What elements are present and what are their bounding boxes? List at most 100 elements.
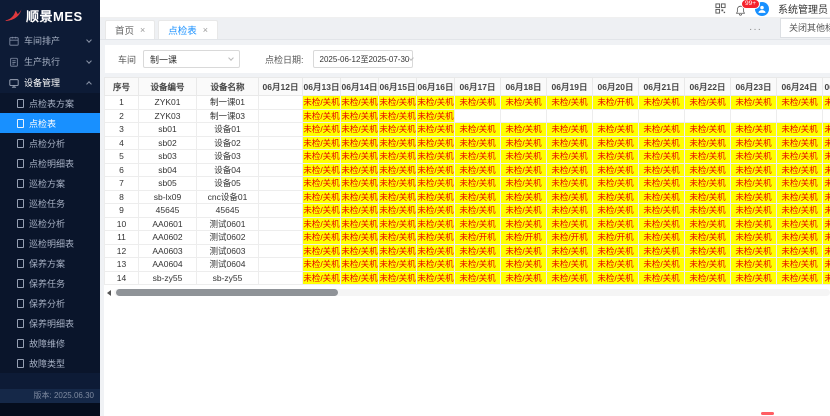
status-cell[interactable]: 未检/关机 [501, 136, 547, 150]
status-cell[interactable]: 未检/关机 [777, 204, 823, 218]
status-cell[interactable]: 未检/关机 [501, 150, 547, 164]
status-cell[interactable]: 未检/关机 [303, 123, 341, 137]
status-cell[interactable]: 未检/关机 [823, 150, 830, 164]
status-cell[interactable]: 未检/关机 [685, 177, 731, 191]
status-cell[interactable]: 未检/关机 [777, 163, 823, 177]
status-cell[interactable]: 未检/关机 [639, 204, 685, 218]
status-cell[interactable]: 未检/关机 [417, 271, 455, 285]
status-cell[interactable]: 未检/关机 [303, 271, 341, 285]
status-cell[interactable]: 未检/关机 [501, 177, 547, 191]
status-cell[interactable] [777, 109, 823, 123]
status-cell[interactable]: 未检/关机 [639, 177, 685, 191]
sidebar-subitem-1[interactable]: 点检表方案 [0, 93, 100, 113]
status-cell[interactable]: 未检/关机 [639, 96, 685, 110]
status-cell[interactable]: 未检/关机 [685, 150, 731, 164]
status-cell[interactable]: 未检/关机 [823, 244, 830, 258]
status-cell[interactable]: 未检/关机 [547, 204, 593, 218]
status-cell[interactable]: 未检/关机 [731, 217, 777, 231]
status-cell[interactable] [731, 109, 777, 123]
status-cell[interactable]: 未检/关机 [341, 204, 379, 218]
status-cell[interactable]: 未检/关机 [455, 244, 501, 258]
status-cell[interactable]: 未检/关机 [303, 96, 341, 110]
status-cell[interactable]: 未检/关机 [379, 177, 417, 191]
sidebar-subitem-7[interactable]: 巡检分析 [0, 213, 100, 233]
status-cell[interactable] [259, 177, 303, 191]
status-cell[interactable]: 未检/关机 [417, 177, 455, 191]
status-cell[interactable]: 未检/关机 [379, 204, 417, 218]
status-cell[interactable]: 未检/关机 [501, 271, 547, 285]
status-cell[interactable]: 未检/关机 [547, 163, 593, 177]
status-cell[interactable]: 未检/关机 [823, 190, 830, 204]
status-cell[interactable]: 未检/关机 [417, 163, 455, 177]
status-cell[interactable]: 未检/开机 [593, 231, 639, 245]
status-cell[interactable]: 未检/关机 [593, 136, 639, 150]
status-cell[interactable]: 未检/开机 [501, 231, 547, 245]
status-cell[interactable]: 未检/关机 [341, 109, 379, 123]
sidebar-subitem-4[interactable]: 点检明细表 [0, 153, 100, 173]
status-cell[interactable] [259, 136, 303, 150]
status-cell[interactable]: 未检/关机 [341, 271, 379, 285]
status-cell[interactable]: 未检/关机 [823, 123, 830, 137]
status-cell[interactable]: 未检/关机 [593, 271, 639, 285]
status-cell[interactable]: 未检/关机 [685, 271, 731, 285]
status-cell[interactable]: 未检/关机 [303, 258, 341, 272]
tab-overflow-menu[interactable]: ··· [749, 24, 762, 35]
status-cell[interactable]: 未检/关机 [379, 271, 417, 285]
status-cell[interactable]: 未检/关机 [777, 123, 823, 137]
status-cell[interactable]: 未检/关机 [731, 231, 777, 245]
scroll-left-arrow-icon[interactable] [107, 290, 111, 296]
status-cell[interactable] [547, 109, 593, 123]
status-cell[interactable]: 未检/关机 [417, 231, 455, 245]
status-cell[interactable]: 未检/关机 [303, 190, 341, 204]
status-cell[interactable]: 未检/关机 [303, 163, 341, 177]
status-cell[interactable]: 未检/关机 [731, 204, 777, 218]
status-cell[interactable]: 未检/关机 [639, 150, 685, 164]
status-cell[interactable]: 未检/关机 [501, 217, 547, 231]
status-cell[interactable]: 未检/关机 [639, 258, 685, 272]
status-cell[interactable]: 未检/关机 [417, 109, 455, 123]
status-cell[interactable]: 未检/关机 [547, 177, 593, 191]
status-cell[interactable] [259, 109, 303, 123]
status-cell[interactable]: 未检/关机 [547, 244, 593, 258]
status-cell[interactable]: 未检/关机 [417, 123, 455, 137]
status-cell[interactable] [501, 109, 547, 123]
scrollbar-track[interactable] [114, 289, 830, 296]
status-cell[interactable]: 未检/关机 [777, 136, 823, 150]
status-cell[interactable]: 未检/关机 [731, 136, 777, 150]
status-cell[interactable]: 未检/关机 [455, 123, 501, 137]
status-cell[interactable] [593, 109, 639, 123]
status-cell[interactable]: 未检/关机 [417, 204, 455, 218]
status-cell[interactable]: 未检/关机 [777, 231, 823, 245]
status-cell[interactable] [823, 109, 830, 123]
status-cell[interactable]: 未检/关机 [501, 258, 547, 272]
status-cell[interactable] [259, 231, 303, 245]
status-cell[interactable]: 未检/关机 [455, 217, 501, 231]
sidebar-subitem-13[interactable]: 故障维修 [0, 333, 100, 353]
status-cell[interactable]: 未检/关机 [547, 258, 593, 272]
status-cell[interactable]: 未检/关机 [593, 217, 639, 231]
close-icon[interactable]: × [140, 25, 145, 35]
tab-inspection-sheet[interactable]: 点检表 × [158, 20, 218, 39]
status-cell[interactable]: 未检/关机 [455, 163, 501, 177]
sidebar-item-equipment-management[interactable]: 设备管理 [0, 72, 100, 93]
sidebar-subitem-10[interactable]: 保养任务 [0, 273, 100, 293]
status-cell[interactable] [259, 190, 303, 204]
status-cell[interactable]: 未检/关机 [639, 190, 685, 204]
status-cell[interactable]: 未检/关机 [823, 271, 830, 285]
status-cell[interactable]: 未检/关机 [731, 258, 777, 272]
status-cell[interactable]: 未检/关机 [777, 244, 823, 258]
status-cell[interactable]: 未检/关机 [823, 177, 830, 191]
status-cell[interactable]: 未检/关机 [547, 217, 593, 231]
status-cell[interactable]: 未检/关机 [303, 204, 341, 218]
status-cell[interactable]: 未检/开机 [547, 231, 593, 245]
status-cell[interactable]: 未检/关机 [777, 217, 823, 231]
status-cell[interactable] [259, 96, 303, 110]
status-cell[interactable]: 未检/关机 [639, 271, 685, 285]
status-cell[interactable]: 未检/关机 [685, 136, 731, 150]
status-cell[interactable] [259, 258, 303, 272]
status-cell[interactable]: 未检/关机 [379, 150, 417, 164]
status-cell[interactable]: 未检/关机 [685, 123, 731, 137]
scrollbar-thumb[interactable] [116, 289, 338, 296]
status-cell[interactable]: 未检/关机 [547, 123, 593, 137]
status-cell[interactable]: 未检/关机 [685, 258, 731, 272]
